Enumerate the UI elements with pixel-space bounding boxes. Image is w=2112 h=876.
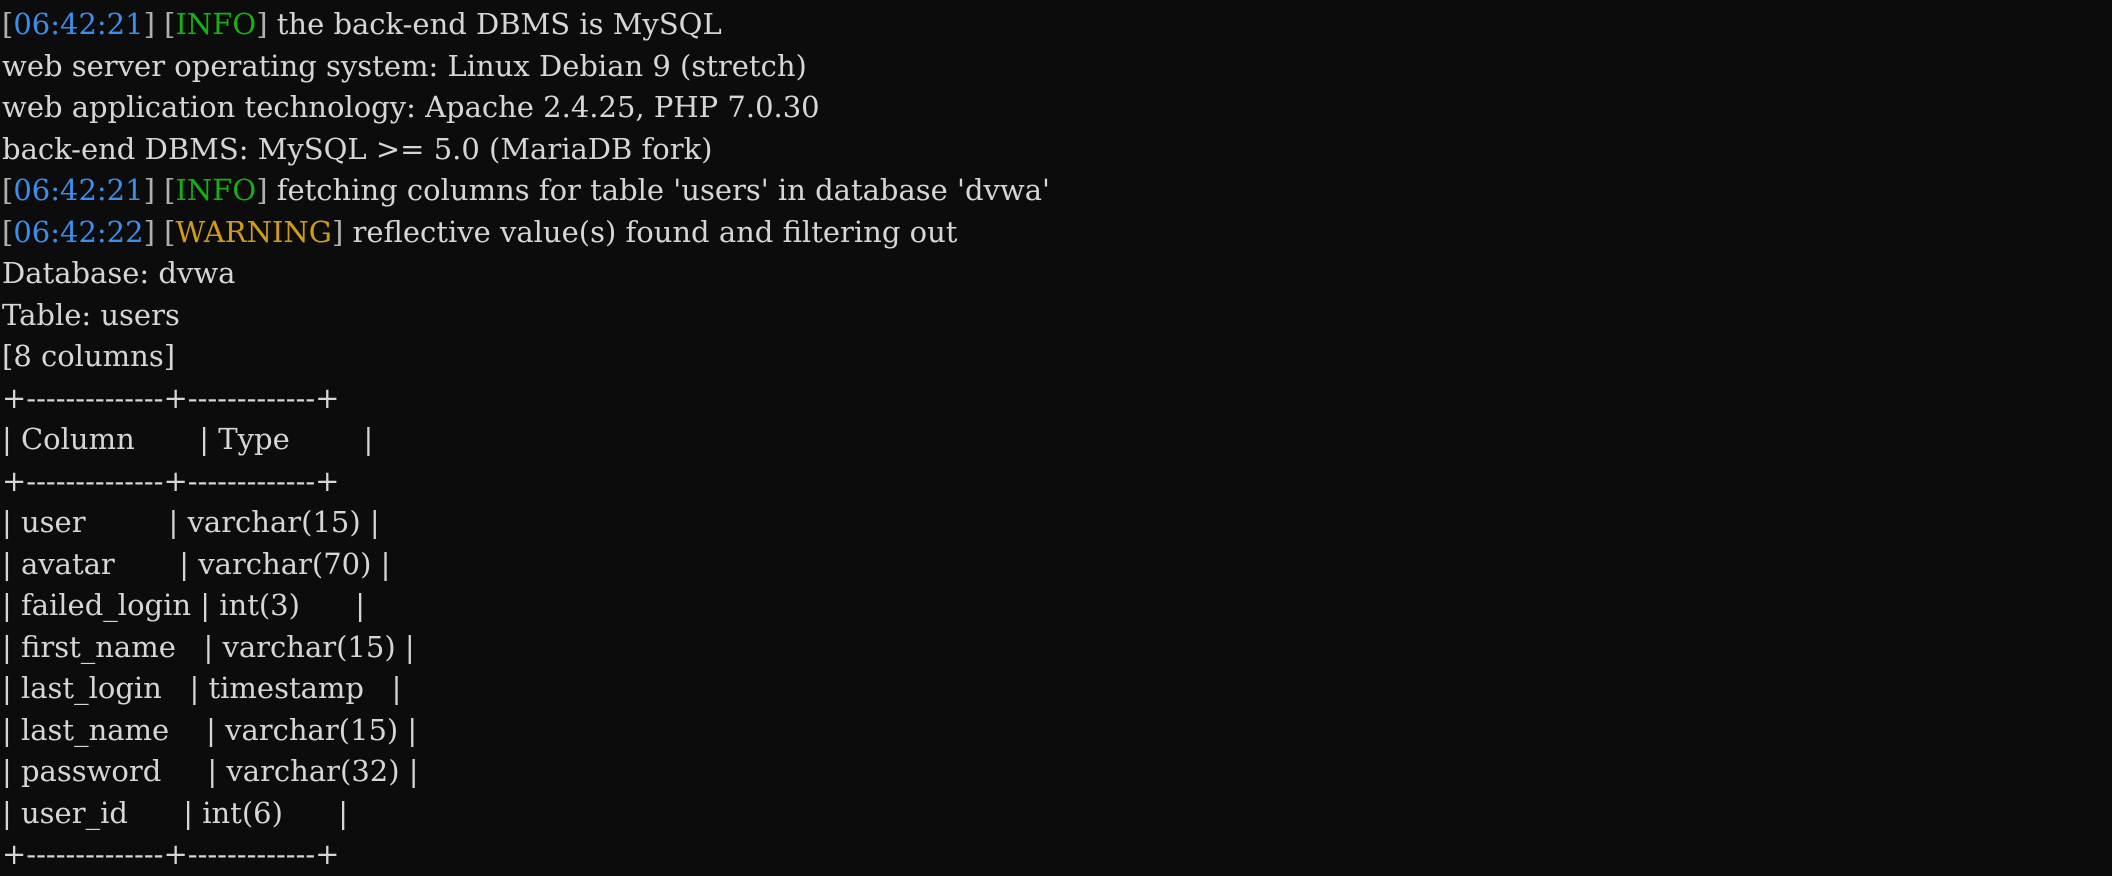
table-row: | last_login | timestamp | [2,671,402,705]
table-row: | failed_login | int(3) | [2,588,366,622]
bracket-open: [ [164,173,176,207]
table-border-bottom: +--------------+-------------+ [2,837,340,871]
log-line: back-end DBMS: MySQL >= 5.0 (MariaDB for… [2,129,2112,171]
bracket-open: [ [2,7,14,41]
terminal-output-pane[interactable]: [06:42:21] [INFO] the back-end DBMS is M… [0,0,2112,876]
bracket-open: [ [2,173,14,207]
bracket-close: ] [143,214,155,249]
table-row: | user_id | int(6) | [2,795,348,830]
bracket-close: ] [143,7,155,41]
table-label: Table: users [2,297,180,332]
log-message: reflective value(s) found and filtering … [352,214,958,249]
log-line: web application technology: Apache 2.4.2… [2,87,2112,129]
log-level: INFO [175,173,257,207]
log-line: [06:42:22] [WARNING] reflective value(s)… [2,212,2112,254]
table-row: | last_name | varchar(15) | [2,712,418,747]
log-timestamp: 06:42:21 [13,7,144,41]
log-message: web application technology: Apache 2.4.2… [2,90,820,124]
table-header-row: | Column | Type | [2,422,374,456]
table-row: | user | varchar(15) | [2,505,380,539]
log-level: WARNING [175,214,332,249]
table-border-middle: +--------------+-------------+ [2,463,340,498]
bracket-close: ] [143,173,155,207]
log-line: [06:42:21] [INFO] fetching columns for t… [2,170,2112,212]
log-line: web server operating system: Linux Debia… [2,46,2112,88]
table-row: | first_name | varchar(15) | [2,629,415,664]
table-row: | password | varchar(32) | [2,754,419,788]
bracket-close: ] [256,7,268,41]
log-timestamp: 06:42:22 [13,214,144,249]
table-row: | avatar | varchar(70) | [2,546,391,581]
database-label: Database: dvwa [2,256,236,290]
log-level: INFO [175,7,257,41]
bracket-close: ] [256,173,268,207]
bracket-open: [ [164,214,176,249]
log-message: back-end DBMS: MySQL >= 5.0 (MariaDB for… [2,131,713,166]
log-line: [06:42:21] [INFO] the back-end DBMS is M… [2,4,2112,46]
log-message: fetching columns for table 'users' in da… [276,173,1051,207]
log-timestamp: 06:42:21 [13,173,144,207]
log-message: the back-end DBMS is MySQL [276,7,722,41]
bracket-close: ] [331,214,344,249]
bracket-open: [ [164,7,176,41]
table-border-top: +--------------+-------------+ [2,380,340,415]
column-count-label: [8 columns] [2,339,176,373]
log-message: web server operating system: Linux Debia… [2,48,807,83]
bracket-open: [ [2,214,14,249]
